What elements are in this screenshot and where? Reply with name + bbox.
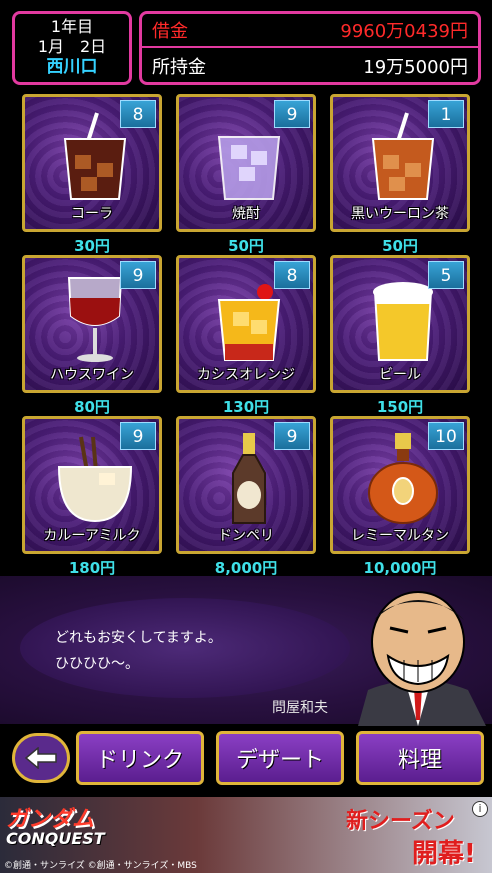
merchant-portrait	[358, 591, 486, 726]
item-price: 30円	[74, 237, 110, 255]
item-price: 150円	[376, 398, 424, 416]
item-card[interactable]: 9 ドンペリ	[176, 416, 316, 554]
cash-row: 所持金 19万5000円	[142, 49, 478, 83]
debt-row: 借金 9960万0439円	[142, 14, 478, 48]
stock-badge: 5	[428, 261, 464, 289]
item-name: ハウスワイン	[50, 367, 134, 383]
stock-badge: 9	[274, 100, 310, 128]
ad-open: 開幕!	[412, 839, 476, 869]
cash-value: 19万5000円	[363, 57, 468, 78]
stock-badge: 10	[428, 422, 464, 450]
item-card[interactable]: 8 コーラ	[22, 94, 162, 232]
left-arrow-icon	[24, 747, 57, 769]
item-name: ドンペリ	[218, 528, 274, 544]
location-label: 西川口	[46, 57, 98, 77]
ad-subtitle: CONQUEST	[6, 829, 105, 848]
drink-tab-button[interactable]: ドリンク	[76, 731, 204, 785]
dessert-tab-button[interactable]: デザート	[216, 731, 344, 785]
item-price: 80円	[74, 398, 110, 416]
money-panel: 借金 9960万0439円 所持金 19万5000円	[139, 11, 481, 85]
stock-badge: 9	[120, 422, 156, 450]
ad-banner[interactable]: ガンダム CONQUEST ©創通・サンライズ ©創通・サンライズ・MBS 新シ…	[0, 797, 492, 873]
date-panel: 1年目 1月 2日 西川口	[12, 11, 132, 85]
item-name: カシスオレンジ	[197, 367, 295, 383]
item-card[interactable]: 10 レミーマルタン	[330, 416, 470, 554]
drink-tab-label: ドリンク	[95, 748, 184, 773]
item-price: 50円	[382, 237, 418, 255]
item-card[interactable]: 5 ビール	[330, 255, 470, 393]
stock-badge: 9	[120, 261, 156, 289]
speaker-name: 問屋和夫	[272, 700, 328, 716]
item-card[interactable]: 9 カルーアミルク	[22, 416, 162, 554]
back-button[interactable]	[12, 733, 70, 783]
food-tab-label: 料理	[397, 748, 442, 773]
item-name: コーラ	[71, 206, 113, 222]
ad-new-season: 新シーズン	[346, 809, 455, 834]
item-card[interactable]: 8 カシスオレンジ	[176, 255, 316, 393]
item-price: 50円	[228, 237, 264, 255]
item-name: カルーアミルク	[43, 528, 141, 544]
ad-info-icon[interactable]: i	[472, 801, 488, 817]
item-card[interactable]: 9 ハウスワイン	[22, 255, 162, 393]
food-tab-button[interactable]: 料理	[356, 731, 484, 785]
dialog-line-1: どれもお安くしてますよ。	[55, 630, 222, 646]
item-price: 130円	[222, 398, 270, 416]
item-card[interactable]: 9 焼酎	[176, 94, 316, 232]
stock-badge: 8	[120, 100, 156, 128]
dialog-bubble	[20, 598, 350, 698]
item-name: 黒いウーロン茶	[351, 206, 449, 222]
item-price: 8,000円	[214, 559, 278, 577]
cash-label: 所持金	[152, 57, 206, 78]
date-label: 1月 2日	[37, 37, 107, 56]
item-price: 180円	[68, 559, 116, 577]
stock-badge: 1	[428, 100, 464, 128]
debt-label: 借金	[152, 21, 188, 42]
stock-badge: 9	[274, 422, 310, 450]
item-card[interactable]: 1 黒いウーロン茶	[330, 94, 470, 232]
dialog-line-2: ひひひひ～。	[55, 656, 139, 672]
item-name: ビール	[379, 367, 421, 383]
item-name: 焼酎	[232, 206, 260, 222]
stock-badge: 8	[274, 261, 310, 289]
item-price: 10,000円	[363, 559, 437, 577]
ad-copyright: ©創通・サンライズ ©創通・サンライズ・MBS	[4, 861, 197, 871]
year-label: 1年目	[50, 17, 94, 36]
dessert-tab-label: デザート	[235, 748, 324, 773]
item-name: レミーマルタン	[351, 528, 449, 544]
debt-value: 9960万0439円	[340, 21, 468, 42]
